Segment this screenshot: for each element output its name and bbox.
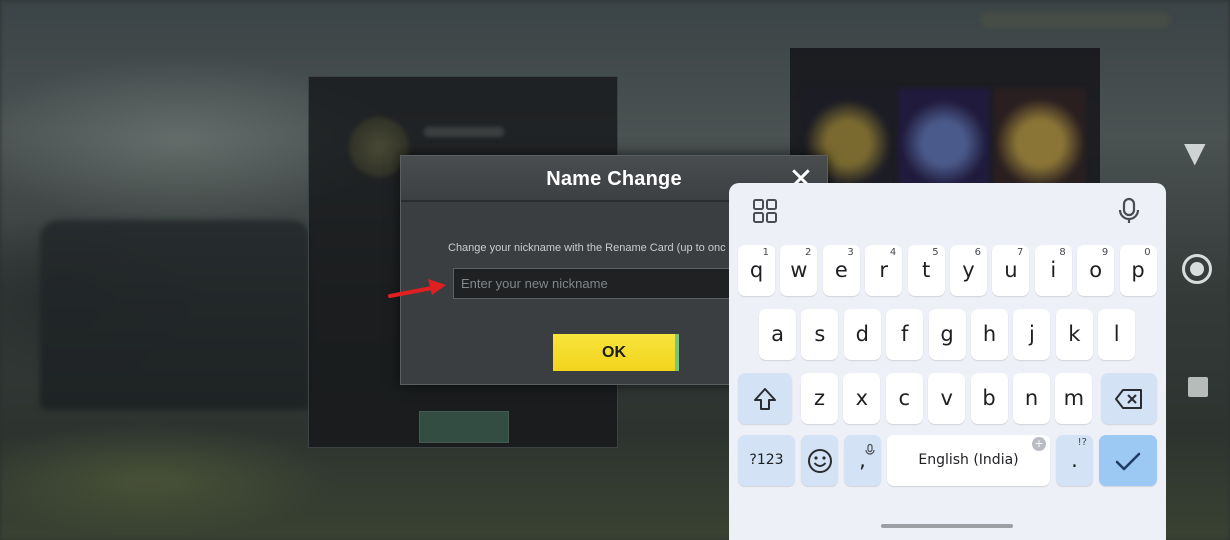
key-label: i [1050, 258, 1057, 282]
background-button [419, 411, 509, 443]
period-hint: !? [1077, 437, 1087, 448]
shift-icon [754, 387, 776, 410]
symbols-key[interactable]: ?123 [738, 435, 795, 486]
gesture-handle[interactable] [881, 524, 1013, 528]
key-number-hint: 3 [847, 247, 854, 258]
key-g[interactable]: g [928, 309, 966, 360]
key-number-hint: 7 [1017, 247, 1024, 258]
key-z[interactable]: z [801, 373, 838, 424]
key-t[interactable]: t5 [907, 245, 945, 296]
background-reward-tile [898, 88, 990, 198]
key-s[interactable]: s [801, 309, 839, 360]
background-vehicle [40, 220, 310, 410]
key-label: e [834, 258, 848, 282]
nickname-input[interactable] [453, 268, 753, 299]
key-p[interactable]: p0 [1119, 245, 1157, 296]
key-d[interactable]: d [843, 309, 881, 360]
key-v[interactable]: v [928, 373, 966, 424]
key-r[interactable]: r4 [865, 245, 903, 296]
dialog-instruction: Change your nickname with the Rename Car… [448, 242, 726, 254]
backspace-key[interactable] [1101, 373, 1157, 424]
key-j[interactable]: j [1013, 309, 1051, 360]
recents-square-icon[interactable] [1188, 377, 1208, 397]
soft-keyboard: q1w2e3r4t5y6u7i8o9p0 asdfghjkl zxcvbnm ?… [729, 183, 1166, 540]
key-label: t [921, 258, 931, 282]
background-blurred-text [424, 127, 504, 137]
key-number-hint: 0 [1144, 247, 1151, 258]
microphone-small-icon [865, 444, 875, 455]
space-label: English (India) [918, 452, 1019, 468]
add-language-icon: + [1032, 437, 1046, 451]
key-number-hint: 8 [1059, 247, 1066, 258]
key-x[interactable]: x [843, 373, 881, 424]
key-label: o [1089, 258, 1103, 282]
background-reward-tile [994, 88, 1086, 198]
key-number-hint: 1 [762, 247, 769, 258]
space-bar[interactable]: English (India) + [887, 435, 1050, 486]
key-label: w [790, 258, 808, 282]
background-currency-bar [980, 12, 1170, 28]
key-u[interactable]: u7 [992, 245, 1030, 296]
key-label: r [879, 258, 888, 282]
key-l[interactable]: l [1098, 309, 1136, 360]
microphone-icon[interactable] [1115, 197, 1143, 225]
key-o[interactable]: o9 [1077, 245, 1115, 296]
key-q[interactable]: q1 [738, 245, 775, 296]
key-label: y [962, 258, 975, 282]
apps-grid-icon[interactable] [751, 197, 779, 225]
back-triangle-icon[interactable]: ▼ [1184, 136, 1206, 169]
key-c[interactable]: c [885, 373, 923, 424]
emoji-key[interactable] [801, 435, 838, 486]
key-y[interactable]: y6 [950, 245, 987, 296]
key-f[interactable]: f [886, 309, 924, 360]
key-i[interactable]: i8 [1034, 245, 1072, 296]
enter-key[interactable] [1099, 435, 1157, 486]
key-m[interactable]: m [1055, 373, 1093, 424]
ok-button[interactable]: OK [553, 334, 679, 371]
key-number-hint: 9 [1101, 247, 1109, 258]
key-e[interactable]: e3 [822, 245, 860, 296]
key-b[interactable]: b [970, 373, 1008, 424]
backspace-icon [1115, 388, 1142, 409]
key-h[interactable]: h [971, 309, 1008, 360]
period-key[interactable]: . !? [1056, 435, 1093, 486]
comma-key[interactable]: , [844, 435, 881, 486]
annotation-arrow-icon [388, 279, 446, 298]
checkmark-icon [1115, 452, 1141, 470]
key-label: u [1004, 258, 1018, 282]
key-n[interactable]: n [1013, 373, 1050, 424]
key-number-hint: 2 [805, 247, 812, 258]
home-circle-icon[interactable] [1182, 254, 1212, 284]
key-a[interactable]: a [759, 309, 796, 360]
period-label: . [1071, 448, 1078, 472]
key-label: q [749, 258, 764, 282]
key-label: p [1131, 258, 1145, 282]
shift-key[interactable] [738, 373, 792, 424]
emoji-icon [807, 448, 832, 473]
key-number-hint: 6 [974, 247, 981, 258]
system-nav-bar: ▼ [1170, 0, 1230, 540]
key-number-hint: 5 [932, 247, 939, 258]
key-number-hint: 4 [889, 247, 897, 258]
key-k[interactable]: k [1055, 309, 1093, 360]
key-w[interactable]: w2 [780, 245, 818, 296]
